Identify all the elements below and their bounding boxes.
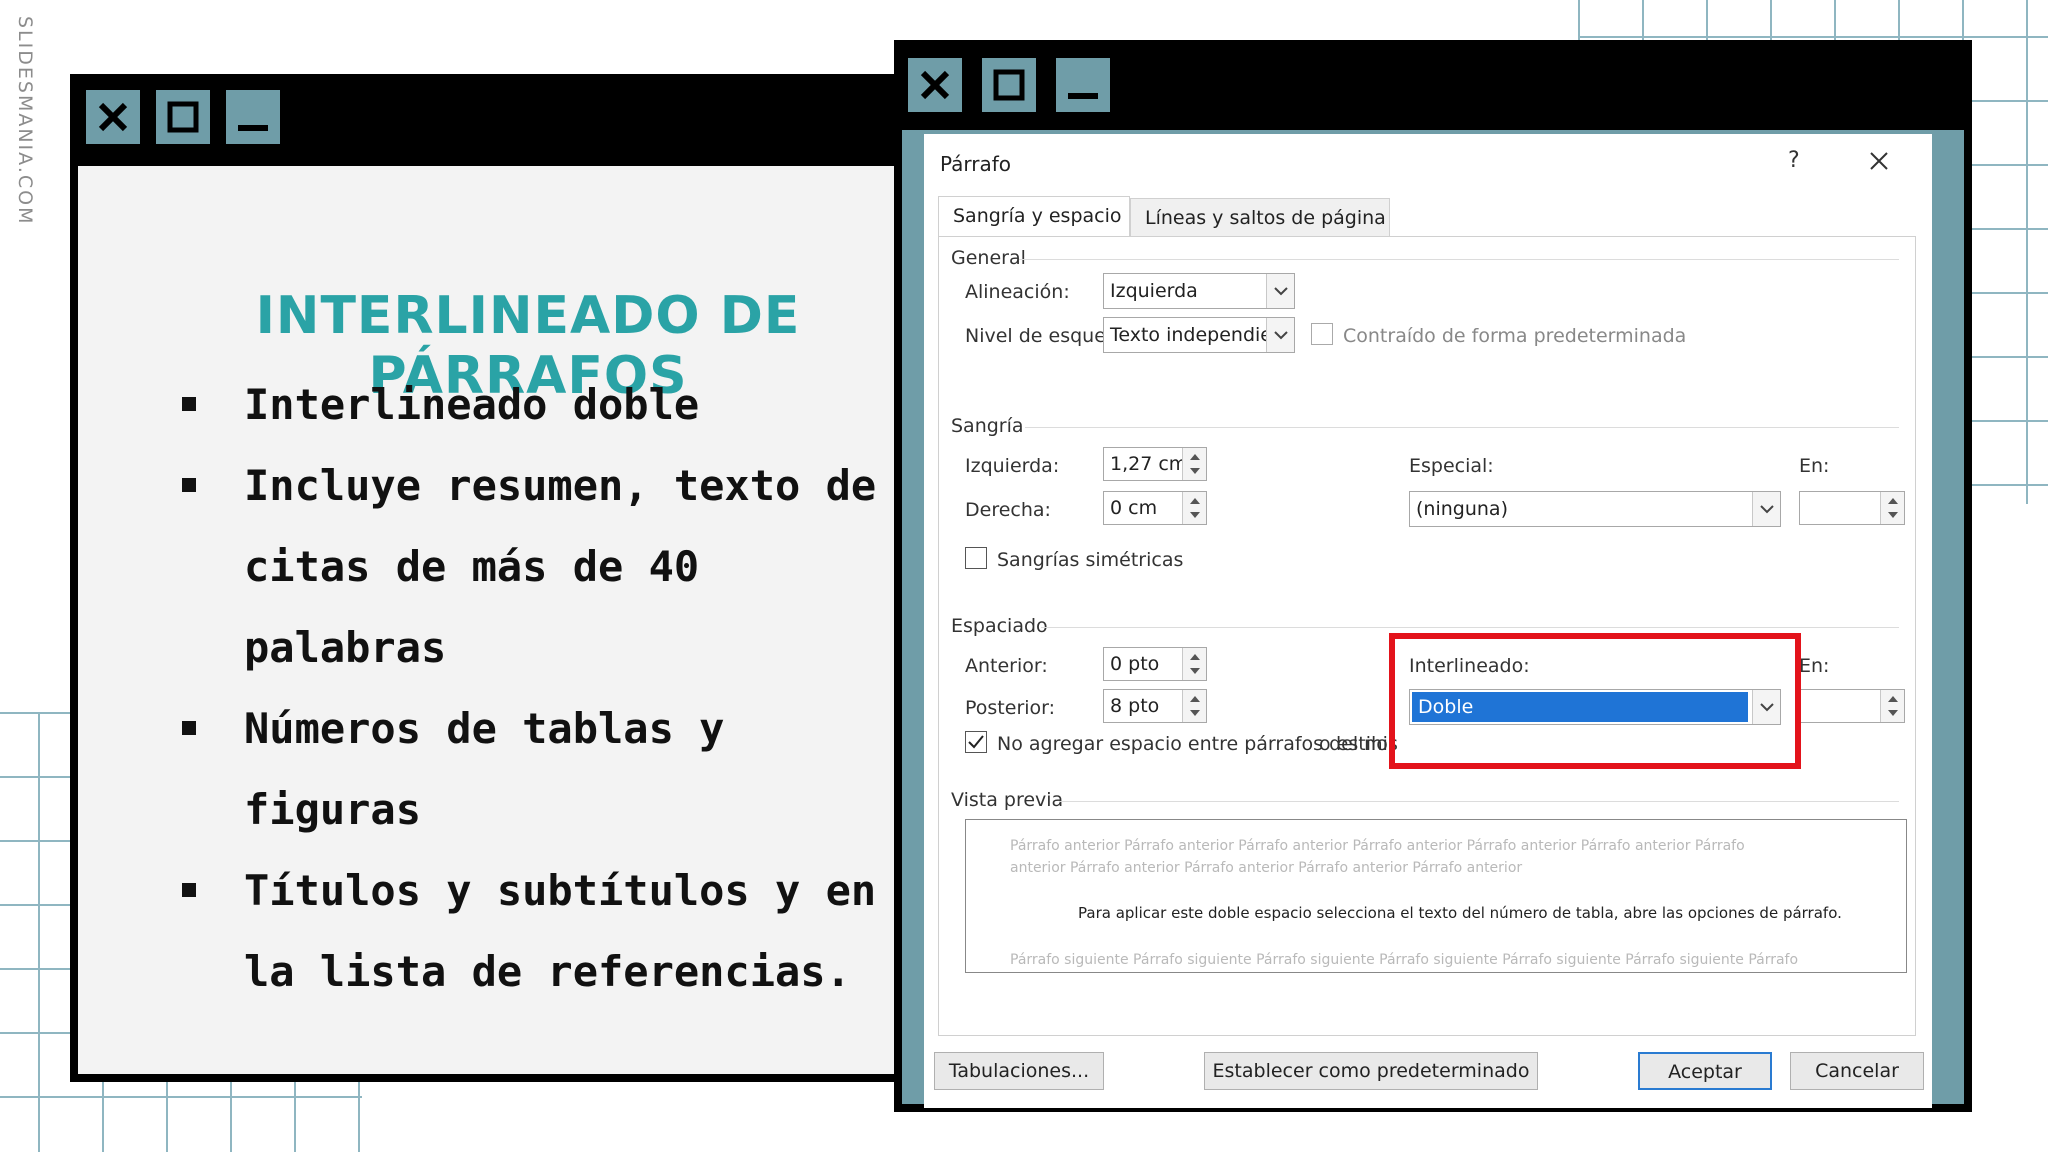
- special-indent-label: Especial:: [1409, 455, 1494, 477]
- bullet-marker: [182, 721, 196, 735]
- slide-text-window: INTERLINEADO DE PÁRRAFOS Interlineado do…: [70, 74, 906, 1082]
- maximize-icon: [993, 69, 1025, 101]
- spinner-arrows-icon[interactable]: [1182, 448, 1206, 480]
- dont-add-space-label-tail: o estilo: [1319, 733, 1388, 755]
- window-close-button[interactable]: [908, 58, 962, 112]
- group-divider: [1019, 259, 1899, 260]
- group-indent-label: Sangría: [951, 415, 1024, 437]
- bullet-item: Interlineado doble: [178, 364, 878, 445]
- window-close-button[interactable]: [86, 90, 140, 144]
- preview-previous-line: Párrafo anterior Párrafo anterior Párraf…: [1010, 838, 1745, 854]
- bullet-list: Interlineado doble Incluye resumen, text…: [178, 364, 878, 1012]
- help-button[interactable]: ?: [1788, 148, 1800, 173]
- indent-by-spinner[interactable]: [1799, 491, 1905, 525]
- spacing-before-label: Anterior:: [965, 655, 1048, 677]
- spinner-arrows-icon[interactable]: [1182, 648, 1206, 680]
- special-indent-select[interactable]: (ninguna): [1409, 491, 1781, 527]
- window-minimize-button[interactable]: [1056, 58, 1110, 112]
- spinner-arrows-icon[interactable]: [1182, 690, 1206, 722]
- indent-left-spinner[interactable]: 1,27 cm: [1103, 447, 1207, 481]
- bullet-item: Títulos y subtítulos y en la lista de re…: [178, 850, 878, 1012]
- chevron-down-icon: [1266, 274, 1294, 308]
- group-divider: [1059, 801, 1899, 802]
- spacing-before-spinner[interactable]: 0 pto: [1103, 647, 1207, 681]
- indent-left-label: Izquierda:: [965, 455, 1060, 477]
- dialog-title: Párrafo: [940, 152, 1012, 176]
- close-icon: [920, 70, 950, 100]
- spinner-arrows-icon[interactable]: [1182, 492, 1206, 524]
- line-spacing-at-label: En:: [1799, 655, 1830, 677]
- spacing-after-label: Posterior:: [965, 697, 1056, 719]
- cancel-button[interactable]: Cancelar: [1790, 1052, 1924, 1090]
- spinner-arrows-icon[interactable]: [1880, 492, 1904, 524]
- preview-previous-line: anterior Párrafo anterior Párrafo anteri…: [1010, 860, 1523, 876]
- close-icon: [1870, 152, 1888, 170]
- outline-level-select[interactable]: Texto independiente: [1103, 317, 1295, 353]
- collapsed-default-label: Contraído de forma predeterminada: [1343, 325, 1687, 347]
- chevron-down-icon: [1266, 318, 1294, 352]
- alignment-select[interactable]: Izquierda: [1103, 273, 1295, 309]
- bullet-marker: [182, 883, 196, 897]
- bullet-item: Números de tablas y figuras: [178, 688, 878, 850]
- tab-panel: General Alineación: Izquierda Nivel de e…: [938, 236, 1916, 1036]
- ok-button[interactable]: Aceptar: [1638, 1052, 1772, 1090]
- chevron-down-icon: [1752, 492, 1780, 526]
- preview-main-text: Para aplicar este doble espacio seleccio…: [1078, 904, 1842, 922]
- dialog-screenshot-window: Párrafo ? Sangría y espacio Líneas y sal…: [894, 40, 1972, 1112]
- spacing-after-spinner[interactable]: 8 pto: [1103, 689, 1207, 723]
- bullet-item: Incluye resumen, texto de citas de más d…: [178, 445, 878, 688]
- line-spacing-at-spinner[interactable]: [1799, 689, 1905, 723]
- group-spacing-label: Espaciado: [951, 615, 1048, 637]
- tab-indent-spacing[interactable]: Sangría y espacio: [938, 196, 1130, 240]
- brand-watermark: SLIDESMANIA.COM: [14, 16, 36, 226]
- minimize-icon: [238, 125, 268, 131]
- tab-line-page-breaks[interactable]: Líneas y saltos de página: [1130, 198, 1390, 238]
- dont-add-space-checkbox[interactable]: [965, 731, 987, 753]
- dialog-close-button[interactable]: [1868, 150, 1890, 176]
- bullet-marker: [182, 397, 196, 411]
- indent-right-spinner[interactable]: 0 cm: [1103, 491, 1207, 525]
- tabs-button[interactable]: Tabulaciones...: [934, 1052, 1104, 1090]
- group-general-label: General: [951, 247, 1026, 269]
- group-divider: [1025, 427, 1899, 428]
- paragraph-dialog: Párrafo ? Sangría y espacio Líneas y sal…: [924, 134, 1932, 1108]
- slide-content: INTERLINEADO DE PÁRRAFOS Interlineado do…: [78, 166, 898, 1074]
- alignment-label: Alineación:: [965, 281, 1070, 303]
- spinner-arrows-icon[interactable]: [1880, 690, 1904, 722]
- minimize-icon: [1068, 93, 1098, 99]
- preview-next-line: Párrafo siguiente Párrafo siguiente Párr…: [1010, 952, 1799, 968]
- bullet-marker: [182, 478, 196, 492]
- mirror-indents-checkbox[interactable]: [965, 547, 987, 569]
- preview-box: Párrafo anterior Párrafo anterior Párraf…: [965, 819, 1907, 973]
- window-maximize-button[interactable]: [156, 90, 210, 144]
- group-preview-label: Vista previa: [951, 789, 1064, 811]
- collapsed-default-checkbox[interactable]: [1311, 323, 1333, 345]
- group-divider: [1041, 627, 1899, 628]
- highlight-frame: [1389, 633, 1801, 769]
- window-maximize-button[interactable]: [982, 58, 1036, 112]
- mirror-indents-label: Sangrías simétricas: [997, 549, 1184, 571]
- checkmark-icon: [968, 735, 984, 749]
- set-default-button[interactable]: Establecer como predeterminado: [1204, 1052, 1538, 1090]
- close-icon: [98, 102, 128, 132]
- indent-by-label: En:: [1799, 455, 1830, 477]
- window-minimize-button[interactable]: [226, 90, 280, 144]
- indent-right-label: Derecha:: [965, 499, 1051, 521]
- maximize-icon: [167, 101, 199, 133]
